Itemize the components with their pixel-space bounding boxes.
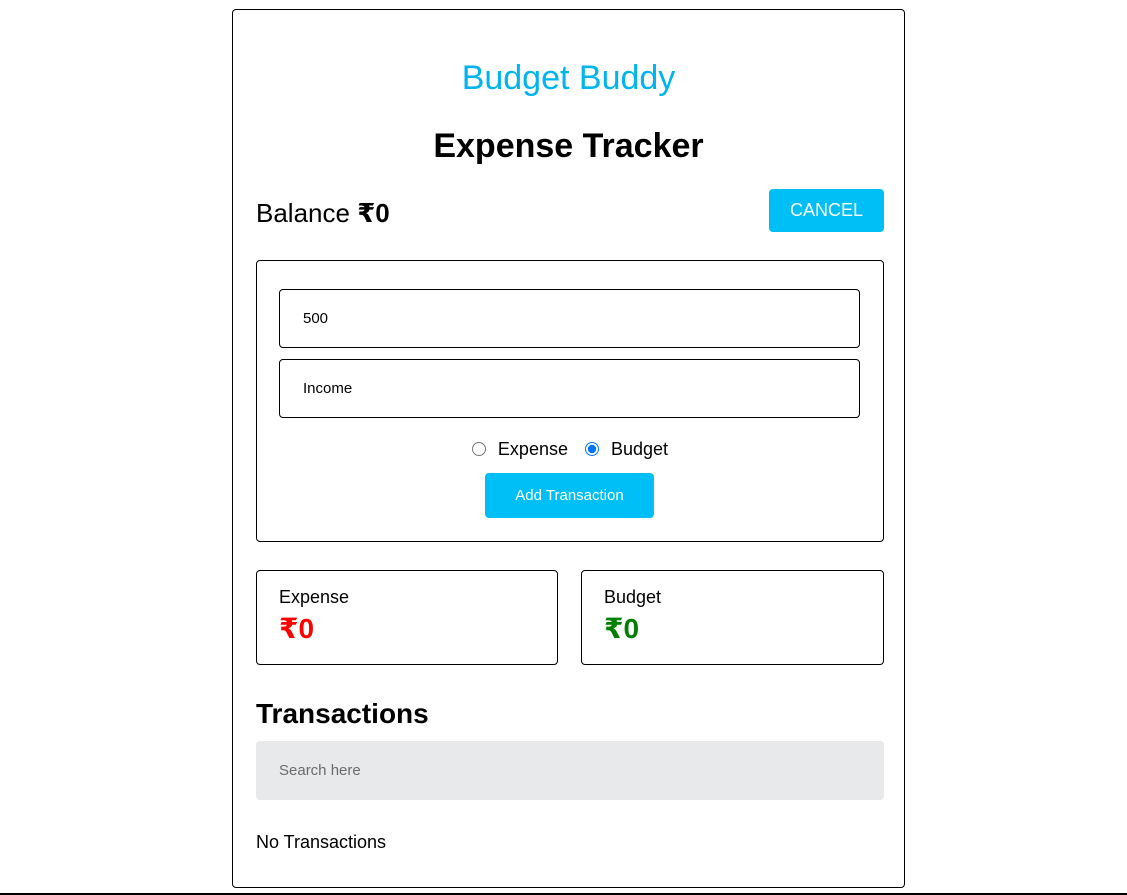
expense-radio-label: Expense: [497, 439, 568, 459]
cancel-button[interactable]: CANCEL: [769, 189, 884, 232]
budget-summary-value: ₹0: [604, 613, 640, 644]
balance-amount: ₹0: [357, 198, 390, 228]
transaction-type-group: Expense Budget: [257, 437, 883, 462]
expense-tracker-card: Budget Buddy Expense Tracker Balance ₹0 …: [232, 9, 905, 888]
budget-summary-card: Budget ₹0: [581, 570, 884, 665]
empty-transactions-text: No Transactions: [256, 832, 387, 852]
expense-summary-label: Expense: [279, 587, 350, 607]
brand-title: Budget Buddy: [461, 59, 676, 97]
add-transaction-form: Expense Budget Add Transaction: [256, 260, 884, 542]
amount-input[interactable]: [279, 289, 860, 348]
add-transaction-button[interactable]: Add Transaction: [485, 473, 654, 518]
transactions-heading: Transactions: [256, 698, 429, 729]
expense-summary-card: Expense ₹0: [256, 570, 558, 665]
budget-radio[interactable]: [585, 442, 599, 456]
budget-summary-label: Budget: [604, 587, 662, 607]
balance-label: Balance: [256, 198, 350, 228]
search-input[interactable]: [256, 741, 884, 800]
balance-display: Balance ₹0: [256, 195, 390, 231]
page-title: Expense Tracker: [433, 127, 704, 165]
description-input[interactable]: [279, 359, 860, 418]
expense-radio-option[interactable]: Expense: [471, 437, 568, 461]
budget-radio-option[interactable]: Budget: [585, 437, 668, 461]
budget-radio-label: Budget: [611, 439, 669, 459]
expense-summary-value: ₹0: [279, 613, 315, 644]
expense-radio[interactable]: [471, 442, 486, 456]
